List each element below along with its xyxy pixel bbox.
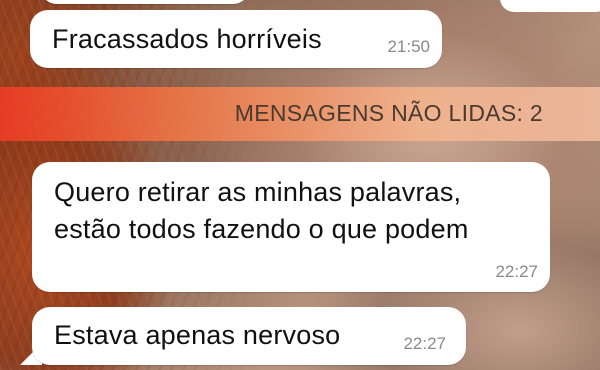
- previous-message-bubble[interactable]: [40, 0, 250, 4]
- message-timestamp: 22:27: [495, 262, 538, 281]
- unread-messages-label: MENSAGENS NÃO LIDAS: 2: [234, 100, 543, 126]
- message-text: Fracassados horríveis: [52, 24, 322, 54]
- message-timestamp: 21:50: [387, 37, 430, 56]
- message-text: Estava apenas nervoso: [54, 320, 341, 350]
- message-text-line: estão todos fazendo o que podem: [54, 214, 469, 244]
- previous-outgoing-bubble[interactable]: [500, 0, 600, 12]
- message-text-line: Quero retirar as minhas palavras,: [54, 177, 462, 207]
- message-bubble[interactable]: Estava apenas nervoso 22:27: [32, 307, 466, 365]
- message-bubble[interactable]: Quero retirar as minhas palavras, estão …: [32, 162, 550, 292]
- unread-messages-banner: MENSAGENS NÃO LIDAS: 2: [0, 87, 600, 141]
- message-timestamp: 22:27: [403, 334, 446, 353]
- message-bubble[interactable]: Fracassados horríveis 21:50: [30, 10, 442, 68]
